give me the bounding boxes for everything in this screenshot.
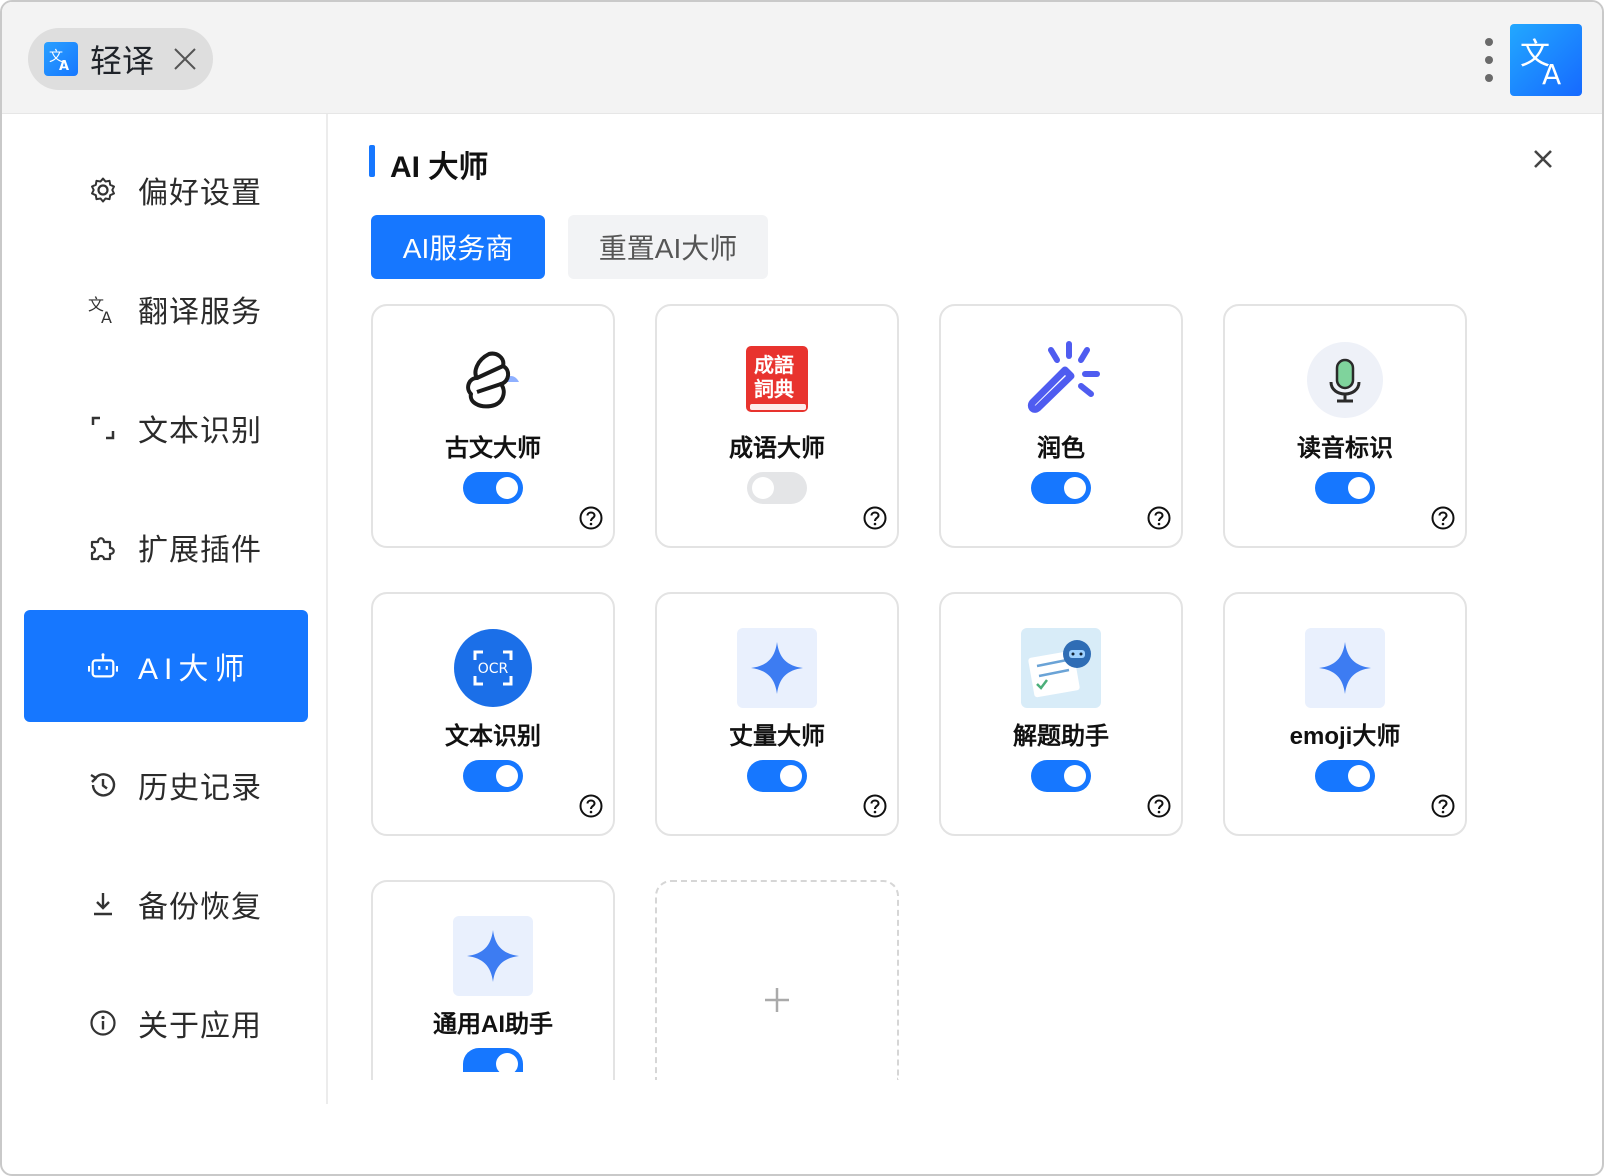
svg-text:A: A xyxy=(59,59,69,72)
ancient-scholar-icon xyxy=(453,340,533,420)
idiom-dictionary-icon: 成語 詞典 xyxy=(737,340,817,420)
robot-solver-icon xyxy=(1021,628,1101,708)
app-tab-title: 轻译 xyxy=(90,43,155,79)
sidebar-item-text-recognition[interactable]: 文本识别 xyxy=(24,372,308,484)
card-measure-master[interactable]: 丈量大师 xyxy=(655,592,899,836)
title-bar: 文 A 轻译 文 A xyxy=(2,2,1602,114)
more-menu-icon[interactable] xyxy=(1484,38,1494,82)
sidebar-item-ai-master[interactable]: AI大师 xyxy=(24,610,308,722)
sidebar-item-label: 偏好设置 xyxy=(138,177,262,210)
help-icon[interactable] xyxy=(1147,794,1171,818)
translate-icon: 文A xyxy=(88,294,118,324)
help-icon[interactable] xyxy=(863,506,887,530)
help-icon[interactable] xyxy=(579,794,603,818)
card-text-recognition[interactable]: OCR 文本识别 xyxy=(371,592,615,836)
app-logo-icon: 文 A xyxy=(44,42,78,76)
app-tab[interactable]: 文 A 轻译 xyxy=(28,28,213,90)
svg-text:A: A xyxy=(101,308,112,324)
ai-provider-button[interactable]: AI服务商 xyxy=(371,215,545,279)
title-accent-bar xyxy=(369,145,375,177)
help-icon[interactable] xyxy=(1431,506,1455,530)
enable-toggle[interactable] xyxy=(1315,472,1375,504)
robot-icon xyxy=(88,651,118,681)
card-title: 成语大师 xyxy=(729,435,825,462)
help-icon[interactable] xyxy=(1147,506,1171,530)
sidebar-item-translation-services[interactable]: 文A 翻译服务 xyxy=(24,253,308,365)
card-problem-solver[interactable]: 解题助手 xyxy=(939,592,1183,836)
app-window: 文 A 轻译 文 A 偏好设置 文A 翻译服务 文本识别 扩展插件 AI大师 历… xyxy=(0,0,1604,1176)
page-title: AI 大师 xyxy=(390,151,489,184)
scan-icon xyxy=(88,413,118,443)
card-pronunciation[interactable]: 读音标识 xyxy=(1223,304,1467,548)
enable-toggle[interactable] xyxy=(1031,760,1091,792)
close-tab-icon[interactable] xyxy=(172,46,198,72)
card-ancient-chinese[interactable]: 古文大师 xyxy=(371,304,615,548)
microphone-icon xyxy=(1305,340,1385,420)
sidebar-item-label: 文本识别 xyxy=(138,415,262,448)
info-icon xyxy=(88,1008,118,1038)
svg-text:成語: 成語 xyxy=(754,353,794,377)
enable-toggle[interactable] xyxy=(747,760,807,792)
card-title: 文本识别 xyxy=(445,723,541,750)
puzzle-icon xyxy=(88,532,118,562)
sidebar-item-label: 翻译服务 xyxy=(138,296,262,329)
add-card-button[interactable] xyxy=(655,880,899,1080)
ocr-icon: OCR xyxy=(453,628,533,708)
enable-toggle[interactable] xyxy=(463,1048,523,1072)
download-icon xyxy=(88,889,118,919)
sparkle-icon xyxy=(1305,628,1385,708)
plus-icon xyxy=(763,986,791,1014)
sidebar-item-label: 备份恢复 xyxy=(138,891,262,924)
sidebar: 偏好设置 文A 翻译服务 文本识别 扩展插件 AI大师 历史记录 备份恢复 关于… xyxy=(2,114,328,1104)
card-title: 通用AI助手 xyxy=(433,1011,553,1038)
sidebar-item-label: 关于应用 xyxy=(138,1010,262,1043)
sidebar-item-about[interactable]: 关于应用 xyxy=(24,967,308,1079)
history-icon xyxy=(88,770,118,800)
sidebar-item-history[interactable]: 历史记录 xyxy=(24,729,308,841)
card-title: emoji大师 xyxy=(1289,723,1401,750)
card-title: 解题助手 xyxy=(1013,723,1109,750)
enable-toggle[interactable] xyxy=(1315,760,1375,792)
svg-text:詞典: 詞典 xyxy=(754,377,794,401)
main-panel: AI 大师 AI服务商 重置AI大师 古文大师 成語 詞典 成语大师 润色 读音… xyxy=(328,114,1602,1104)
card-general-assistant[interactable]: 通用AI助手 xyxy=(371,880,615,1080)
help-icon[interactable] xyxy=(863,794,887,818)
sparkle-icon xyxy=(737,628,817,708)
svg-text:A: A xyxy=(1542,58,1561,88)
card-idiom-master[interactable]: 成語 詞典 成语大师 xyxy=(655,304,899,548)
help-icon[interactable] xyxy=(579,506,603,530)
enable-toggle[interactable] xyxy=(1031,472,1091,504)
sidebar-item-backup-restore[interactable]: 备份恢复 xyxy=(24,848,308,960)
close-icon[interactable] xyxy=(1528,144,1558,174)
sidebar-item-extensions[interactable]: 扩展插件 xyxy=(24,491,308,603)
enable-toggle[interactable] xyxy=(463,472,523,504)
gear-icon xyxy=(88,175,118,205)
card-title: 读音标识 xyxy=(1297,435,1393,462)
help-icon[interactable] xyxy=(1431,794,1455,818)
card-polish[interactable]: 润色 xyxy=(939,304,1183,548)
sidebar-item-label: 历史记录 xyxy=(138,772,262,805)
sparkle-icon xyxy=(453,916,533,996)
svg-text:OCR: OCR xyxy=(478,661,509,677)
reset-ai-master-button[interactable]: 重置AI大师 xyxy=(568,215,768,279)
card-emoji-master[interactable]: emoji大师 xyxy=(1223,592,1467,836)
enable-toggle[interactable] xyxy=(463,760,523,792)
card-title: 润色 xyxy=(1037,435,1085,462)
magic-wand-icon xyxy=(1021,340,1101,420)
enable-toggle[interactable] xyxy=(747,472,807,504)
sidebar-item-preferences[interactable]: 偏好设置 xyxy=(24,134,308,246)
translate-logo-icon[interactable]: 文 A xyxy=(1510,24,1582,96)
card-title: 古文大师 xyxy=(445,435,541,462)
sidebar-item-label: AI大师 xyxy=(138,653,251,686)
sidebar-item-label: 扩展插件 xyxy=(138,534,262,567)
card-title: 丈量大师 xyxy=(729,723,825,750)
